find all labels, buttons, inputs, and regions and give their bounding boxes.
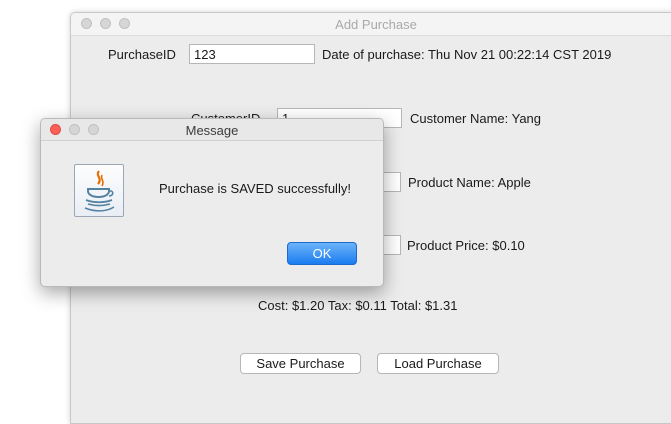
purchase-id-input[interactable] [189, 44, 315, 64]
message-dialog: Message Purchase is SAVED successfully! … [40, 118, 384, 287]
dialog-message: Purchase is SAVED successfully! [159, 181, 351, 196]
window-title: Add Purchase [335, 17, 417, 32]
save-purchase-button[interactable]: Save Purchase [240, 353, 361, 374]
dialog-titlebar[interactable]: Message [41, 119, 383, 141]
totals-label: Cost: $1.20 Tax: $0.11 Total: $1.31 [258, 298, 458, 313]
purchase-id-label: PurchaseID [108, 47, 176, 62]
dialog-title: Message [185, 123, 239, 138]
load-purchase-button[interactable]: Load Purchase [377, 353, 499, 374]
purchase-date-label: Date of purchase: Thu Nov 21 00:22:14 CS… [322, 47, 612, 62]
ok-button[interactable]: OK [287, 242, 357, 265]
java-coffee-cup-icon [74, 164, 124, 217]
window-titlebar[interactable]: Add Purchase [71, 13, 671, 36]
customer-name-label: Customer Name: Yang [410, 111, 542, 126]
product-name-label: Product Name: Apple [408, 175, 531, 190]
product-price-label: Product Price: $0.10 [407, 238, 525, 253]
